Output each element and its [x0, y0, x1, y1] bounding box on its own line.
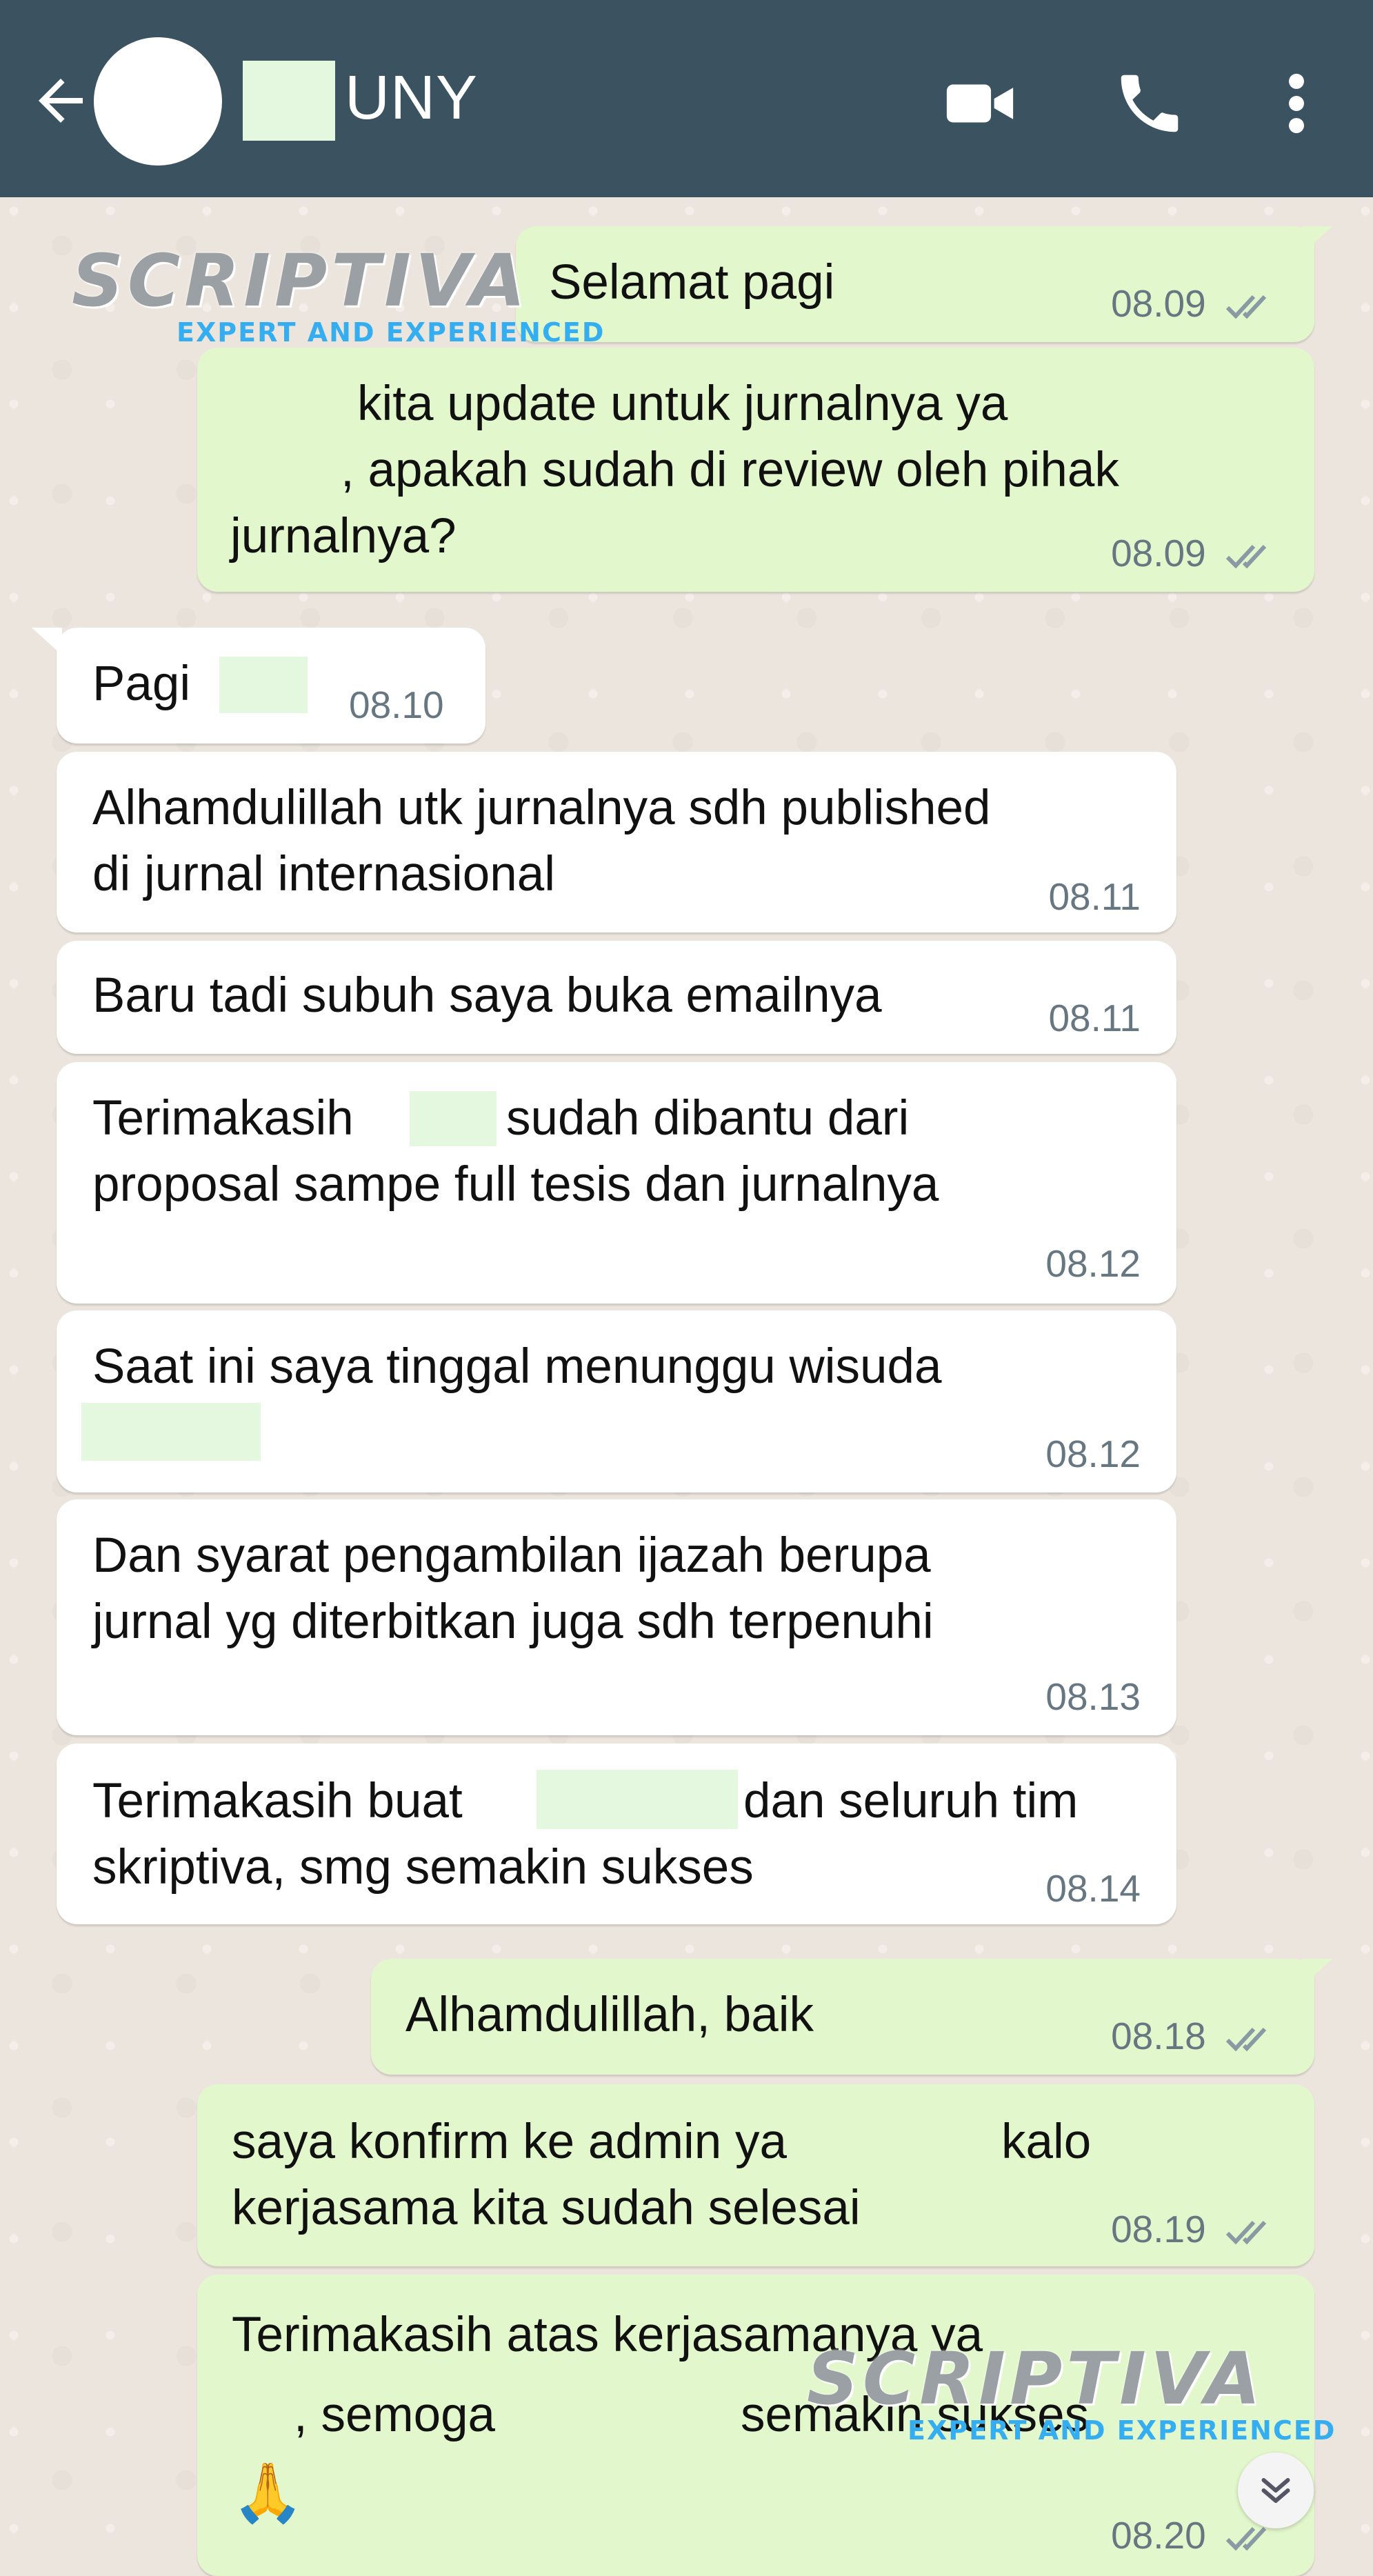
watermark-tagline: EXPERT AND EXPERIENCED — [908, 2415, 1336, 2446]
message-text: jurnalnya? — [230, 509, 457, 563]
message-text: saya konfirm ke admin ya — [232, 2115, 787, 2169]
name-redaction — [219, 657, 308, 713]
chat-header: UNY — [0, 0, 1373, 197]
message-time: 08.09 — [1111, 532, 1206, 575]
message-text: kalo — [1001, 2115, 1092, 2169]
message-text: Terimakasih buat — [92, 1774, 463, 1828]
message-text: skriptiva, smg semakin sukses — [92, 1840, 754, 1895]
message-time: 08.09 — [1111, 282, 1206, 325]
more-vert-icon[interactable] — [1269, 66, 1324, 141]
folded-hands-emoji: 🙏 — [232, 2460, 304, 2525]
double-check-icon — [1225, 2028, 1267, 2052]
watermark-brand: SCRIPTIVA — [807, 2337, 1265, 2421]
message-time: 08.13 — [1045, 1675, 1141, 1718]
message-time: 08.18 — [1111, 2015, 1206, 2057]
message-bubble-incoming[interactable]: Alhamdulillah utk jurnalnya sdh publishe… — [57, 752, 1176, 932]
message-text: Dan syarat pengambilan ijazah berupa — [92, 1528, 931, 1583]
message-text: sudah dibantu dari — [506, 1091, 910, 1146]
message-text: , apakah sudah di review oleh pihak — [341, 443, 1119, 497]
bubble-tail — [1302, 1959, 1332, 1986]
message-text: Pagi — [92, 657, 191, 711]
bubble-tail — [32, 628, 62, 655]
video-call-icon[interactable] — [942, 66, 1018, 141]
message-text: Alhamdulillah, baik — [405, 1988, 814, 2042]
name-redaction — [81, 1403, 261, 1461]
watermark-logo: SCRIPTIVA EXPERT AND EXPERIENCED — [72, 243, 605, 346]
watermark-logo: SCRIPTIVA EXPERT AND EXPERIENCED — [807, 2341, 1336, 2444]
avatar[interactable] — [94, 37, 222, 166]
message-time: 08.12 — [1045, 1432, 1141, 1475]
contact-name[interactable]: UNY — [345, 63, 478, 132]
message-bubble-outgoing[interactable]: saya konfirm ke admin ya kalo kerjasama … — [197, 2084, 1314, 2266]
watermark-tagline: EXPERT AND EXPERIENCED — [177, 317, 605, 348]
message-time: 08.20 — [1111, 2514, 1206, 2557]
double-check-icon — [1225, 545, 1267, 569]
double-chevron-down-icon — [1261, 2478, 1290, 2503]
message-bubble-incoming[interactable]: Pagi 08.10 — [32, 628, 485, 743]
message-text: jurnal yg diterbitkan juga sdh terpenuhi — [92, 1595, 934, 1649]
message-text: Baru tadi subuh saya buka emailnya — [92, 968, 882, 1023]
message-bubble-incoming[interactable]: Terimakasih sudah dibantu dari proposal … — [57, 1062, 1176, 1304]
message-text: kerjasama kita sudah selesai — [232, 2181, 861, 2235]
scroll-to-bottom-button[interactable] — [1238, 2453, 1314, 2528]
watermark-brand: SCRIPTIVA — [72, 239, 530, 323]
message-time: 08.19 — [1111, 2208, 1206, 2250]
message-bubble-incoming[interactable]: Terimakasih buat dan seluruh tim skripti… — [57, 1744, 1176, 1924]
message-bubble-incoming[interactable]: Saat ini saya tinggal menunggu wisuda 08… — [57, 1310, 1176, 1492]
message-text: Alhamdulillah utk jurnalnya sdh publishe… — [92, 781, 991, 835]
message-meta: 08.09 — [1111, 283, 1279, 324]
message-bubble-outgoing[interactable]: Alhamdulillah, baik 08.18 — [371, 1959, 1332, 2075]
message-bubble-incoming[interactable]: Dan syarat pengambilan ijazah berupa jur… — [57, 1499, 1176, 1735]
message-meta: 08.18 — [1111, 2015, 1279, 2057]
double-check-icon — [1225, 2221, 1267, 2245]
name-redaction — [410, 1091, 497, 1146]
message-bubble-incoming[interactable]: Baru tadi subuh saya buka emailnya 08.11 — [57, 941, 1176, 1054]
message-text: Saat ini saya tinggal menunggu wisuda — [92, 1339, 942, 1394]
message-time: 08.12 — [1045, 1242, 1141, 1285]
double-check-icon — [1225, 295, 1267, 319]
message-text: Terimakasih — [92, 1091, 354, 1146]
back-arrow-icon[interactable] — [28, 68, 94, 134]
message-time: 08.11 — [1048, 997, 1141, 1039]
message-text: proposal sampe full tesis dan jurnalnya — [92, 1157, 939, 1212]
message-meta: 08.09 — [1111, 532, 1279, 574]
message-bubble-outgoing[interactable]: Selamat pagi 08.09 — [516, 226, 1332, 342]
message-text: , semoga — [294, 2388, 496, 2442]
message-text: kita update untuk jurnalnya ya — [357, 377, 1008, 431]
message-time: 08.14 — [1045, 1867, 1141, 1910]
message-meta: 08.19 — [1111, 2208, 1279, 2250]
bubble-tail — [1302, 226, 1332, 254]
message-text: dan seluruh tim — [743, 1774, 1079, 1828]
name-redaction — [243, 61, 335, 141]
double-check-icon — [1225, 2527, 1267, 2551]
message-bubble-outgoing[interactable]: kita update untuk jurnalnya ya , apakah … — [197, 348, 1314, 592]
name-redaction — [537, 1770, 738, 1829]
message-time: 08.11 — [1048, 875, 1141, 918]
message-text: di jurnal internasional — [92, 847, 555, 901]
phone-icon[interactable] — [1112, 66, 1187, 141]
message-time: 08.10 — [349, 683, 444, 726]
